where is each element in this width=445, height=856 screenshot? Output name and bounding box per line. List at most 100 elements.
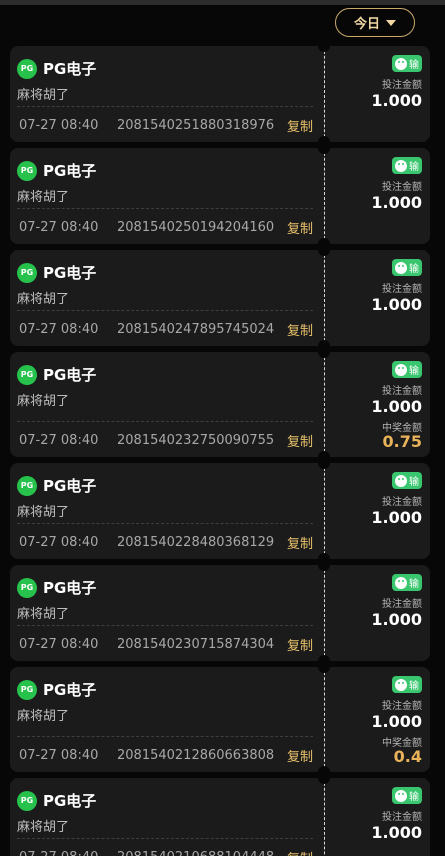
- bet-amount-label: 投注金额: [382, 284, 422, 295]
- result-label: 输: [409, 579, 419, 590]
- copy-button[interactable]: 复制: [287, 431, 313, 450]
- order-number: 2081540251880318976: [117, 118, 275, 133]
- record-info: PG PG电子 麻将胡了 07-27 08:40 208154023071587…: [10, 565, 324, 661]
- record-info: PG PG电子 麻将胡了 07-27 08:40 208154023275009…: [10, 352, 324, 457]
- provider-row: PG PG电子: [17, 160, 96, 181]
- result-badge: 输: [392, 787, 422, 804]
- copy-button[interactable]: 复制: [287, 320, 313, 339]
- bet-amount-label: 投注金额: [382, 497, 422, 508]
- result-badge: 输: [392, 55, 422, 72]
- result-label: 输: [409, 792, 419, 803]
- record-amounts: 输 投注金额 1.000: [325, 778, 430, 856]
- divider: [17, 208, 313, 209]
- record-amounts: 输 投注金额 1.000: [325, 46, 430, 142]
- record-info: PG PG电子 麻将胡了 07-27 08:40 208154021286066…: [10, 667, 324, 772]
- provider-name: PG电子: [43, 366, 97, 384]
- game-name: 麻将胡了: [17, 190, 70, 205]
- result-label: 输: [409, 162, 419, 173]
- record-info: PG PG电子 麻将胡了 07-27 08:40 208154025019420…: [10, 148, 324, 244]
- copy-button[interactable]: 复制: [287, 746, 313, 765]
- record-amounts: 输 投注金额 1.000: [325, 463, 430, 559]
- provider-name: PG电子: [43, 681, 97, 699]
- copy-button[interactable]: 复制: [287, 635, 313, 654]
- bet-amount-value: 1.000: [371, 610, 422, 629]
- provider-row: PG PG电子: [17, 364, 96, 385]
- result-label: 输: [409, 477, 419, 488]
- copy-button[interactable]: 复制: [287, 116, 313, 135]
- sad-face-icon: [395, 363, 407, 376]
- bet-amount-label: 投注金额: [382, 182, 422, 193]
- bet-time: 07-27 08:40: [19, 433, 99, 448]
- pg-logo-icon: PG: [17, 58, 37, 79]
- result-badge: 输: [392, 157, 422, 174]
- divider: [17, 310, 313, 311]
- sad-face-icon: [395, 261, 407, 274]
- divider: [17, 421, 313, 422]
- pg-logo-icon: PG: [17, 475, 37, 496]
- caret-down-icon: [386, 20, 396, 26]
- bet-amount-value: 1.000: [371, 712, 422, 731]
- order-number: 2081540247895745024: [117, 322, 275, 337]
- record-amounts: 输 投注金额 1.000 中奖金额 0.4: [325, 667, 430, 772]
- provider-name: PG电子: [43, 792, 97, 810]
- order-number: 2081540228480368129: [117, 535, 275, 550]
- date-filter-label: 今日: [353, 17, 380, 32]
- bet-record-card: PG PG电子 麻将胡了 07-27 08:40 208154023071587…: [10, 565, 430, 661]
- bet-amount-value: 1.000: [371, 823, 422, 842]
- game-name: 麻将胡了: [17, 607, 70, 622]
- order-number: 2081540230715874304: [117, 637, 275, 652]
- game-name: 麻将胡了: [17, 820, 70, 835]
- bet-amount-label: 投注金额: [382, 386, 422, 397]
- copy-button[interactable]: 复制: [287, 848, 313, 856]
- bet-amount-value: 1.000: [371, 397, 422, 416]
- record-info: PG PG电子 麻将胡了 07-27 08:40 208154025188031…: [10, 46, 324, 142]
- pg-logo-icon: PG: [17, 262, 37, 283]
- sad-face-icon: [395, 576, 407, 589]
- pg-logo-icon: PG: [17, 364, 37, 385]
- bet-time: 07-27 08:40: [19, 220, 99, 235]
- record-meta: 07-27 08:40 2081540251880318976 复制: [19, 116, 313, 135]
- bet-record-card: PG PG电子 麻将胡了 07-27 08:40 208154021286066…: [10, 667, 430, 772]
- order-number: 2081540210688104448: [117, 850, 287, 856]
- provider-row: PG PG电子: [17, 262, 96, 283]
- result-badge: 输: [392, 574, 422, 591]
- copy-button[interactable]: 复制: [287, 218, 313, 237]
- pg-logo-icon: PG: [17, 577, 37, 598]
- provider-row: PG PG电子: [17, 58, 96, 79]
- record-amounts: 输 投注金额 1.000 中奖金额 0.75: [325, 352, 430, 457]
- result-label: 输: [409, 264, 419, 275]
- record-meta: 07-27 08:40 2081540250194204160 复制: [19, 218, 313, 237]
- bet-amount-value: 1.000: [371, 91, 422, 110]
- divider: [17, 523, 313, 524]
- record-info: PG PG电子 麻将胡了 07-27 08:40 208154024789574…: [10, 250, 324, 346]
- bet-record-card: PG PG电子 麻将胡了 07-27 08:40 208154021068810…: [10, 778, 430, 856]
- sad-face-icon: [395, 474, 407, 487]
- provider-name: PG电子: [43, 579, 97, 597]
- copy-button[interactable]: 复制: [287, 533, 313, 552]
- result-label: 输: [409, 366, 419, 377]
- date-filter-dropdown[interactable]: 今日: [335, 8, 415, 37]
- provider-name: PG电子: [43, 60, 97, 78]
- provider-row: PG PG电子: [17, 790, 96, 811]
- game-name: 麻将胡了: [17, 709, 70, 724]
- bet-time: 07-27 08:40: [19, 322, 99, 337]
- record-meta: 07-27 08:40 2081540247895745024 复制: [19, 320, 313, 339]
- bet-record-card: PG PG电子 麻将胡了 07-27 08:40 208154025188031…: [10, 46, 430, 142]
- status-strip: [0, 0, 445, 5]
- record-amounts: 输 投注金额 1.000: [325, 148, 430, 244]
- record-info: PG PG电子 麻将胡了 07-27 08:40 208154022848036…: [10, 463, 324, 559]
- record-info: PG PG电子 麻将胡了 07-27 08:40 208154021068810…: [10, 778, 324, 856]
- divider: [17, 838, 313, 839]
- game-name: 麻将胡了: [17, 394, 70, 409]
- record-meta: 07-27 08:40 2081540232750090755 复制: [19, 431, 313, 450]
- record-amounts: 输 投注金额 1.000: [325, 565, 430, 661]
- sad-face-icon: [395, 159, 407, 172]
- result-label: 输: [409, 681, 419, 692]
- provider-row: PG PG电子: [17, 679, 96, 700]
- bet-record-card: PG PG电子 麻将胡了 07-27 08:40 208154024789574…: [10, 250, 430, 346]
- record-meta: 07-27 08:40 2081540212860663808 复制: [19, 746, 313, 765]
- bet-amount-label: 投注金额: [382, 812, 422, 823]
- game-name: 麻将胡了: [17, 292, 70, 307]
- provider-name: PG电子: [43, 162, 97, 180]
- bet-time: 07-27 08:40: [19, 637, 99, 652]
